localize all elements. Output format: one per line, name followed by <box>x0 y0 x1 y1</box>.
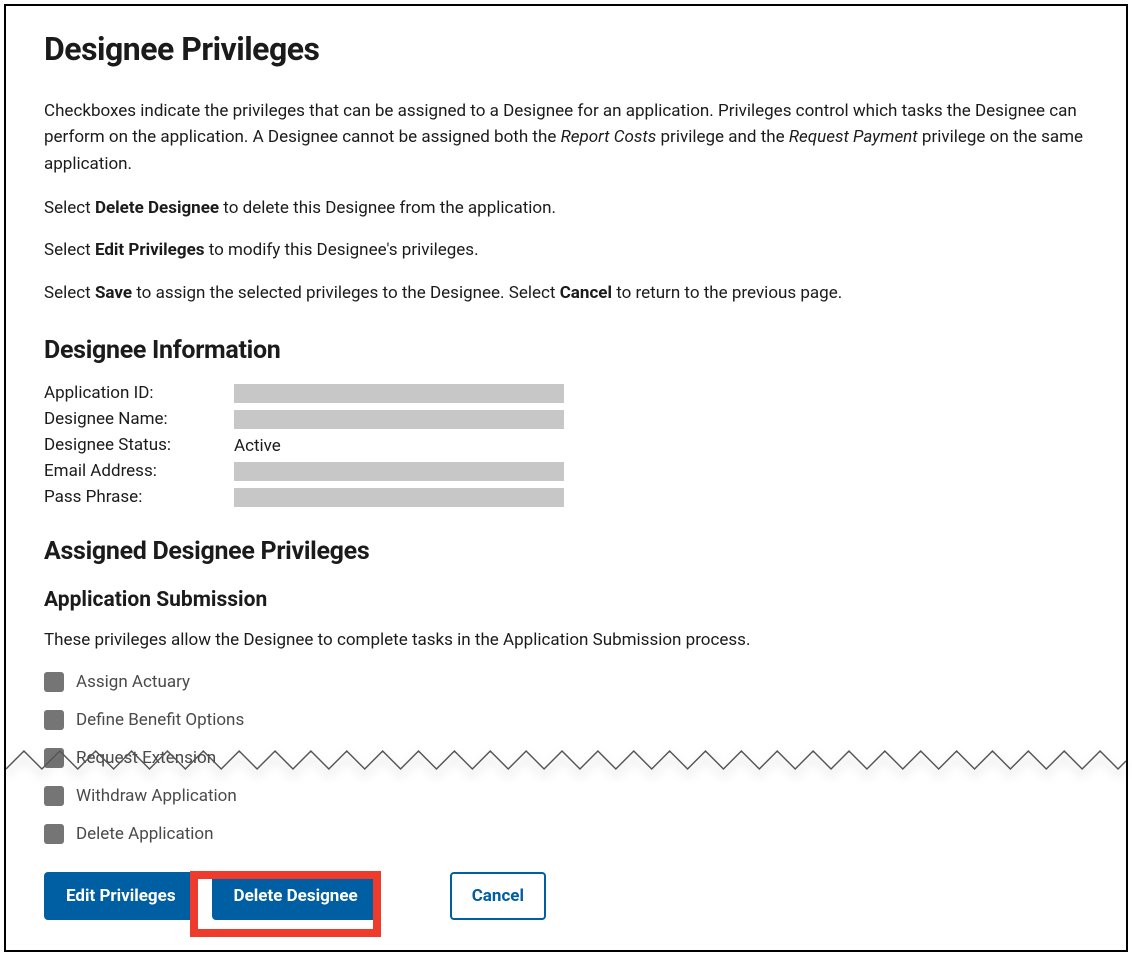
privilege-assign-actuary[interactable]: Assign Actuary <box>44 672 1088 692</box>
info-value-redacted <box>234 462 564 481</box>
info-value-redacted <box>234 488 564 507</box>
info-value-redacted <box>234 410 564 429</box>
info-value: Active <box>234 436 564 455</box>
privilege-label: Request Extension <box>76 748 216 768</box>
page-container: Designee Privileges Checkboxes indicate … <box>4 4 1128 952</box>
privilege-withdraw-application[interactable]: Withdraw Application <box>44 786 1088 806</box>
info-label: Application ID: <box>44 383 234 403</box>
cancel-button[interactable]: Cancel <box>450 872 546 920</box>
privilege-label: Define Benefit Options <box>76 710 244 730</box>
privilege-label: Withdraw Application <box>76 786 237 806</box>
info-row-pass-phrase: Pass Phrase: <box>44 487 1088 507</box>
checkbox-icon <box>44 748 64 768</box>
info-label: Email Address: <box>44 461 234 481</box>
info-value-redacted <box>234 384 564 403</box>
instruction-edit: Select Edit Privileges to modify this De… <box>44 237 1088 263</box>
subsection-heading: Application Submission <box>44 588 1088 612</box>
page-title: Designee Privileges <box>44 30 1088 68</box>
checkbox-icon <box>44 710 64 730</box>
privilege-delete-application[interactable]: Delete Application <box>44 824 1088 844</box>
info-label: Pass Phrase: <box>44 487 234 507</box>
section-heading: Designee Information <box>44 336 1088 365</box>
edit-privileges-button[interactable]: Edit Privileges <box>44 872 198 920</box>
checkbox-icon <box>44 786 64 806</box>
info-label: Designee Status: <box>44 435 234 455</box>
info-row-designee-status: Designee Status: Active <box>44 435 1088 455</box>
section-heading: Assigned Designee Privileges <box>44 537 1088 566</box>
designee-info-table: Application ID: Designee Name: Designee … <box>44 383 1088 507</box>
instruction-delete: Select Delete Designee to delete this De… <box>44 195 1088 221</box>
info-row-designee-name: Designee Name: <box>44 409 1088 429</box>
info-row-email-address: Email Address: <box>44 461 1088 481</box>
privilege-define-benefit-options[interactable]: Define Benefit Options <box>44 710 1088 730</box>
checkbox-icon <box>44 672 64 692</box>
instruction-save-cancel: Select Save to assign the selected privi… <box>44 280 1088 306</box>
privilege-label: Assign Actuary <box>76 672 190 692</box>
info-label: Designee Name: <box>44 409 234 429</box>
button-row: Edit Privileges Delete Designee Cancel <box>44 872 1088 920</box>
intro-paragraph: Checkboxes indicate the privileges that … <box>44 98 1088 177</box>
privilege-label: Delete Application <box>76 824 214 844</box>
subsection-intro: These privileges allow the Designee to c… <box>44 630 1088 650</box>
checkbox-icon <box>44 824 64 844</box>
info-row-application-id: Application ID: <box>44 383 1088 403</box>
privilege-request-extension[interactable]: Request Extension <box>44 748 1088 768</box>
privilege-list: Assign Actuary Define Benefit Options Re… <box>44 672 1088 844</box>
delete-designee-button[interactable]: Delete Designee <box>212 872 380 920</box>
